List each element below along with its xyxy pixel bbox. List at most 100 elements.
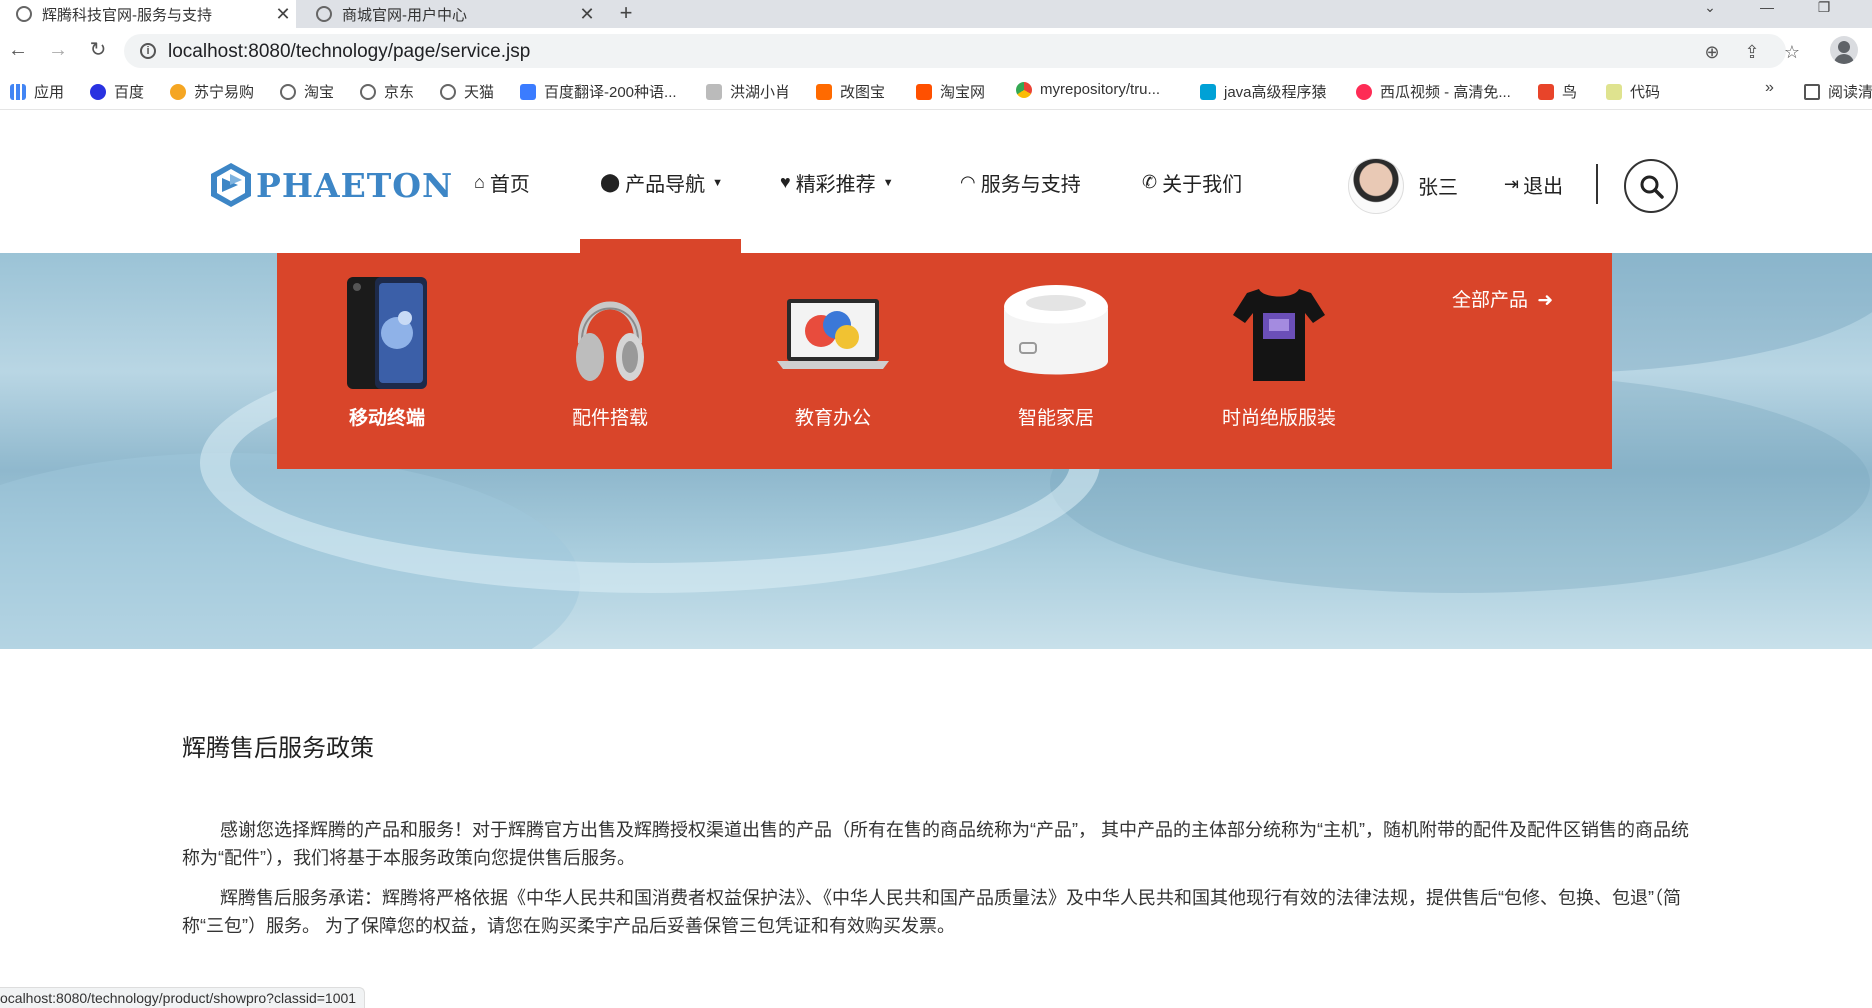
service-policy-section: 辉腾售后服务政策 感谢您选择辉腾的产品和服务！对于辉腾官方出售及辉腾授权渠道出售… [182,728,1696,940]
nav-recommend[interactable]: ♥ 精彩推荐 ▼ [780,168,894,197]
all-products-link[interactable]: 全部产品 ➜ [1452,285,1553,312]
new-tab-button[interactable]: + [612,0,640,28]
back-icon[interactable]: ← [4,36,32,64]
bookmark-label: myrepository/tru... [1040,81,1161,98]
bookmark-label: 百度翻译-200种语... [544,84,677,101]
code-icon [1606,83,1622,100]
bookmark-code[interactable]: 代码 [1606,81,1660,102]
username[interactable]: 张三 [1418,171,1458,200]
bookmark-gaitubao[interactable]: 改图宝 [816,81,885,102]
search-icon [1640,175,1664,199]
all-products-label: 全部产品 [1452,290,1529,311]
nav-products[interactable]: ⬤ 产品导航 ▼ [600,168,723,197]
bookmark-jd[interactable]: 京东 [360,81,414,102]
bookmark-taobaowang[interactable]: 淘宝网 [916,81,985,102]
site-logo[interactable]: PHAETON [208,162,453,208]
bookmark-label: 改图宝 [840,84,886,101]
bookmarks-overflow-button[interactable]: » [1765,79,1774,97]
globe-icon [316,6,332,22]
xigua-icon [1356,83,1372,100]
bookmark-label: java高级程序猿 [1224,84,1327,101]
phone-thumb [327,273,447,393]
nav-about[interactable]: ✆ 关于我们 [1142,168,1242,197]
bookmark-label: 百度 [114,84,145,101]
bookmark-xigua[interactable]: 西瓜视频 - 高清免... [1356,81,1511,102]
url-omnibox[interactable]: i localhost:8080/technology/page/service… [124,34,1800,68]
bookmark-label: 天猫 [464,84,495,101]
dropdown-item-label: 移动终端 [348,408,425,429]
bookmark-niao[interactable]: 鸟 [1538,81,1577,102]
reload-icon[interactable]: ↻ [84,36,112,64]
dropdown-item-mobile[interactable]: 移动终端 [307,273,467,430]
dropdown-item-label: 智能家居 [1017,408,1094,429]
dropdown-item-fashion[interactable]: 时尚绝版服装 [1199,273,1359,430]
close-icon[interactable]: ✕ [270,4,296,25]
products-dropdown-menu: 移动终端 配件搭载 教育办公 智能家居 时尚绝版服装 全部产品 ➜ [277,253,1612,469]
url-text[interactable]: localhost:8080/technology/page/service.j… [168,41,530,63]
nav-label: 精彩推荐 [795,174,876,196]
home-icon: ⌂ [474,172,485,192]
reading-list-button[interactable]: 阅读清 [1804,81,1872,102]
bookmark-label: 淘宝 [304,84,335,101]
bookmark-label: 应用 [34,84,65,101]
bookmark-myrepository[interactable]: myrepository/tru... [1016,81,1160,98]
search-button[interactable] [1624,159,1678,213]
logo-text: PHAETON [256,165,454,205]
nav-service[interactable]: ◠ 服务与支持 [960,168,1081,197]
sign-out-icon: ⇥ [1504,174,1520,194]
taobao-icon [916,83,932,100]
user-avatar[interactable] [1348,158,1404,214]
baidu-paw-icon [90,83,106,100]
dropdown-item-education[interactable]: 教育办公 [753,273,913,430]
bookmark-baidu[interactable]: 百度 [90,81,144,102]
bookmark-tmall[interactable]: 天猫 [440,81,494,102]
restore-icon[interactable]: ❐ [1804,0,1844,28]
nav-label: 关于我们 [1162,174,1243,196]
chrome-icon [1016,81,1032,98]
forward-icon[interactable]: → [44,36,72,64]
page-title: 辉腾售后服务政策 [182,735,374,762]
bookmark-suning[interactable]: 苏宁易购 [170,81,254,102]
bookmark-label: 洪湖小肖 [730,84,791,101]
nav-active-indicator [580,239,741,253]
bookmark-taobao[interactable]: 淘宝 [280,81,334,102]
share-icon[interactable]: ⇪ [1740,40,1764,64]
bookmark-star-icon[interactable]: ☆ [1780,40,1804,64]
browser-tab-service[interactable]: 辉腾科技官网-服务与支持 ✕ [0,0,296,28]
header-divider [1596,164,1598,204]
close-icon[interactable]: ✕ [574,4,600,25]
caret-down-icon: ▼ [712,176,724,189]
gaitubao-icon [816,83,832,100]
reading-list-icon [1804,83,1820,100]
nav-home[interactable]: ⌂ 首页 [474,168,530,197]
tab-search-icon[interactable]: ⌄ [1690,0,1730,28]
dropdown-item-accessories[interactable]: 配件搭载 [530,273,690,430]
heart-icon: ♥ [780,172,791,192]
bookmark-java[interactable]: java高级程序猿 [1200,81,1327,102]
globe-icon [280,83,296,100]
minimize-icon[interactable]: — [1747,0,1787,28]
laptop-thumb [773,273,893,393]
dropdown-item-smart-home[interactable]: 智能家居 [976,273,1136,430]
policy-paragraph: 感谢您选择辉腾的产品和服务！对于辉腾官方出售及辉腾授权渠道出售的产品（所有在售的… [182,820,1689,868]
nav-label: 服务与支持 [980,174,1081,196]
site-info-icon[interactable]: i [140,43,156,59]
address-bar: ← → ↻ i localhost:8080/technology/page/s… [0,28,1872,72]
browser-tab-user-center[interactable]: 商城官网-用户中心 ✕ [300,0,600,28]
nav-label: 产品导航 [625,174,706,196]
globe-icon [440,83,456,100]
arrow-right-icon: ➜ [1537,290,1554,311]
tab-title: 商城官网-用户中心 [342,6,467,24]
bird-red-icon [1538,83,1554,100]
reading-list-label: 阅读清 [1828,84,1872,101]
bookmark-baidu-translate[interactable]: 百度翻译-200种语... [520,81,677,102]
profile-avatar-icon[interactable] [1830,36,1858,64]
logout-button[interactable]: ⇥ 退出 [1504,170,1563,199]
bookmarks-bar: 应用 百度 苏宁易购 淘宝 京东 天猫 百度翻译-200种语... 洪湖小肖 改… [0,72,1872,110]
dropdown-item-label: 时尚绝版服装 [1221,408,1336,429]
bookmark-label: 西瓜视频 - 高清免... [1380,84,1511,101]
bookmark-apps[interactable]: 应用 [10,81,64,102]
zoom-icon[interactable]: ⊕ [1700,40,1724,64]
bookmark-honghu[interactable]: 洪湖小肖 [706,81,790,102]
apps-grid-icon [10,83,26,100]
